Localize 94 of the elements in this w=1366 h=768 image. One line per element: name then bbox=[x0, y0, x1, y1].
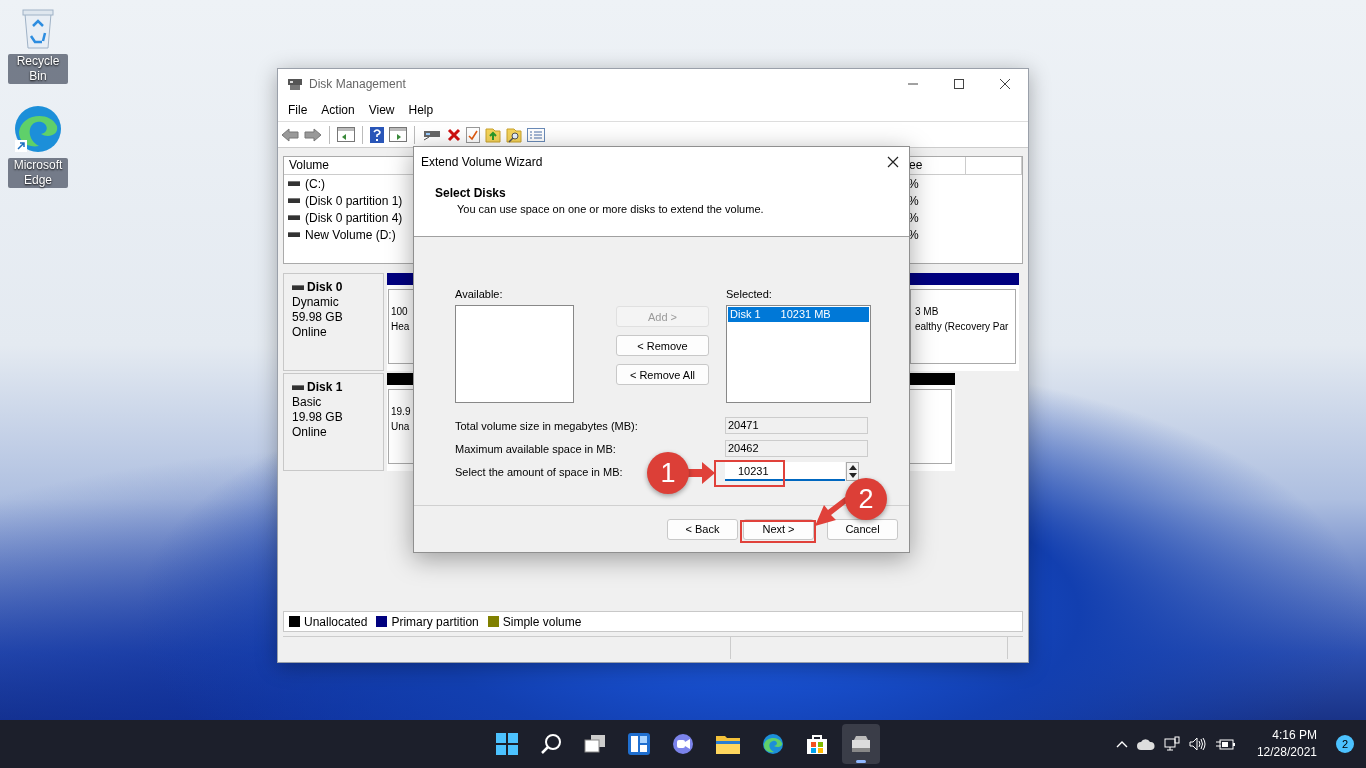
dialog-button[interactable]: < Back bbox=[667, 518, 738, 540]
wizard-heading: Select Disks bbox=[435, 186, 507, 200]
spin-buttons[interactable] bbox=[846, 462, 859, 481]
notification-badge[interactable]: 2 bbox=[1336, 735, 1354, 753]
move-button[interactable]: < Remove All bbox=[616, 364, 709, 385]
field-label: Select the amount of space in MB: bbox=[455, 465, 623, 478]
drive-icon bbox=[288, 215, 300, 220]
disk-type: Dynamic bbox=[292, 295, 340, 310]
disk-info-panel[interactable]: Disk 0 Dynamic 59.98 GB Online bbox=[283, 273, 384, 371]
disk-status: Online bbox=[292, 325, 328, 340]
disk-status: Online bbox=[292, 425, 328, 440]
folder-icon[interactable] bbox=[716, 734, 740, 754]
disk-name: Disk 1 bbox=[307, 380, 343, 395]
disk-management-taskbar-button[interactable] bbox=[842, 724, 880, 764]
disk-name: Disk 0 bbox=[307, 280, 343, 295]
chevron-up-icon[interactable] bbox=[1115, 740, 1128, 748]
checklist-icon[interactable] bbox=[466, 126, 480, 143]
partition-text: 19.9 bbox=[391, 405, 411, 419]
dialog-button[interactable]: Cancel bbox=[827, 518, 898, 540]
task-view-icon[interactable] bbox=[584, 734, 606, 754]
legend-label: Unallocated bbox=[304, 614, 368, 629]
folder-search-icon[interactable] bbox=[506, 126, 522, 143]
amount-field[interactable]: 10231 bbox=[725, 462, 845, 481]
partition-block[interactable]: 3 MB ealthy (Recovery Par bbox=[909, 273, 1019, 371]
partition-text: ealthy (Recovery Par bbox=[915, 320, 1009, 334]
disk-name: Disk 1 bbox=[730, 307, 761, 322]
dialog-title: Extend Volume Wizard bbox=[421, 154, 543, 169]
close-icon[interactable] bbox=[999, 77, 1011, 90]
store-icon[interactable] bbox=[806, 733, 828, 755]
dialog-button[interactable]: Next > bbox=[743, 518, 814, 540]
desktop-icon-label[interactable]: Recycle Bin bbox=[8, 54, 68, 84]
widgets-icon[interactable] bbox=[628, 733, 650, 755]
chat-icon[interactable] bbox=[672, 733, 694, 755]
window-title: Disk Management bbox=[309, 76, 406, 91]
available-list[interactable] bbox=[455, 305, 574, 403]
drive-icon bbox=[288, 232, 300, 237]
recycle-bin-icon[interactable] bbox=[21, 6, 55, 50]
table-cell[interactable]: (C:) bbox=[305, 176, 325, 191]
search-icon[interactable] bbox=[540, 733, 562, 755]
clock-date[interactable]: 12/28/2021 bbox=[1256, 744, 1317, 761]
drive-icon bbox=[292, 385, 304, 390]
table-cell[interactable]: New Volume (D:) bbox=[305, 227, 396, 242]
disk-size: 10231 MB bbox=[780, 307, 831, 322]
forward-arrow-icon[interactable] bbox=[304, 127, 322, 142]
table-cell[interactable]: (Disk 0 partition 4) bbox=[305, 210, 403, 225]
drive-icon bbox=[292, 285, 304, 290]
battery-icon[interactable] bbox=[1215, 738, 1236, 750]
desktop-icon-label[interactable]: Microsoft Edge bbox=[8, 158, 68, 188]
readonly-field: 20462 bbox=[725, 440, 868, 457]
close-icon[interactable] bbox=[887, 155, 899, 168]
folder-up-icon[interactable] bbox=[485, 126, 501, 143]
partition-text: 100 bbox=[391, 305, 408, 319]
edge-icon[interactable] bbox=[762, 733, 784, 755]
drive-icon bbox=[288, 198, 300, 203]
disk-info-panel[interactable]: Disk 1 Basic 19.98 GB Online bbox=[283, 373, 384, 471]
highlight-frame bbox=[714, 460, 785, 487]
clock-time[interactable]: 4:16 PM bbox=[1272, 727, 1317, 744]
menu-item[interactable]: View bbox=[361, 102, 402, 117]
disk-drive-icon bbox=[287, 76, 303, 91]
back-arrow-icon[interactable] bbox=[281, 127, 299, 142]
cloud-icon[interactable] bbox=[1136, 738, 1155, 750]
start-icon[interactable] bbox=[496, 733, 518, 755]
partition-text: Hea bbox=[391, 320, 410, 334]
console-tree-icon[interactable] bbox=[337, 127, 355, 142]
field-label: Maximum available space in MB: bbox=[455, 442, 616, 455]
selected-list[interactable]: Disk 1 10231 MB bbox=[726, 305, 871, 403]
maximize-icon[interactable] bbox=[953, 77, 965, 90]
move-button[interactable]: < Remove bbox=[616, 335, 709, 356]
disk-size: 59.98 GB bbox=[292, 310, 344, 325]
disk-type: Basic bbox=[292, 395, 323, 410]
menu-item[interactable]: Help bbox=[401, 102, 441, 117]
list-label: Available: bbox=[455, 288, 504, 300]
disk-size: 19.98 GB bbox=[292, 410, 344, 425]
speaker-icon[interactable] bbox=[1188, 737, 1207, 751]
partition-text: Una bbox=[391, 420, 410, 434]
disk-drive-icon bbox=[850, 734, 872, 754]
network-icon[interactable] bbox=[1163, 736, 1180, 752]
partition-text: 3 MB bbox=[915, 305, 939, 319]
field-label: Total volume size in megabytes (MB): bbox=[455, 419, 638, 432]
arrow-drawing bbox=[686, 461, 716, 485]
readonly-field: 20471 bbox=[725, 417, 868, 434]
list-icon[interactable] bbox=[527, 127, 545, 142]
legend-label: Primary partition bbox=[391, 614, 479, 629]
table-cell[interactable]: (Disk 0 partition 1) bbox=[305, 193, 403, 208]
action-pane-icon[interactable] bbox=[389, 127, 407, 142]
list-item[interactable]: Disk 1 10231 MB bbox=[728, 307, 869, 322]
list-label: Selected: bbox=[726, 288, 773, 300]
wizard-subtitle: You can use space on one or more disks to extend the volume. bbox=[456, 203, 765, 215]
menu-item[interactable]: File bbox=[281, 102, 315, 117]
legend-label: Simple volume bbox=[502, 614, 582, 629]
drive-icon bbox=[288, 181, 300, 186]
help-icon[interactable] bbox=[370, 126, 384, 143]
menu-item[interactable]: Action bbox=[314, 102, 362, 117]
delete-icon[interactable] bbox=[447, 127, 461, 142]
